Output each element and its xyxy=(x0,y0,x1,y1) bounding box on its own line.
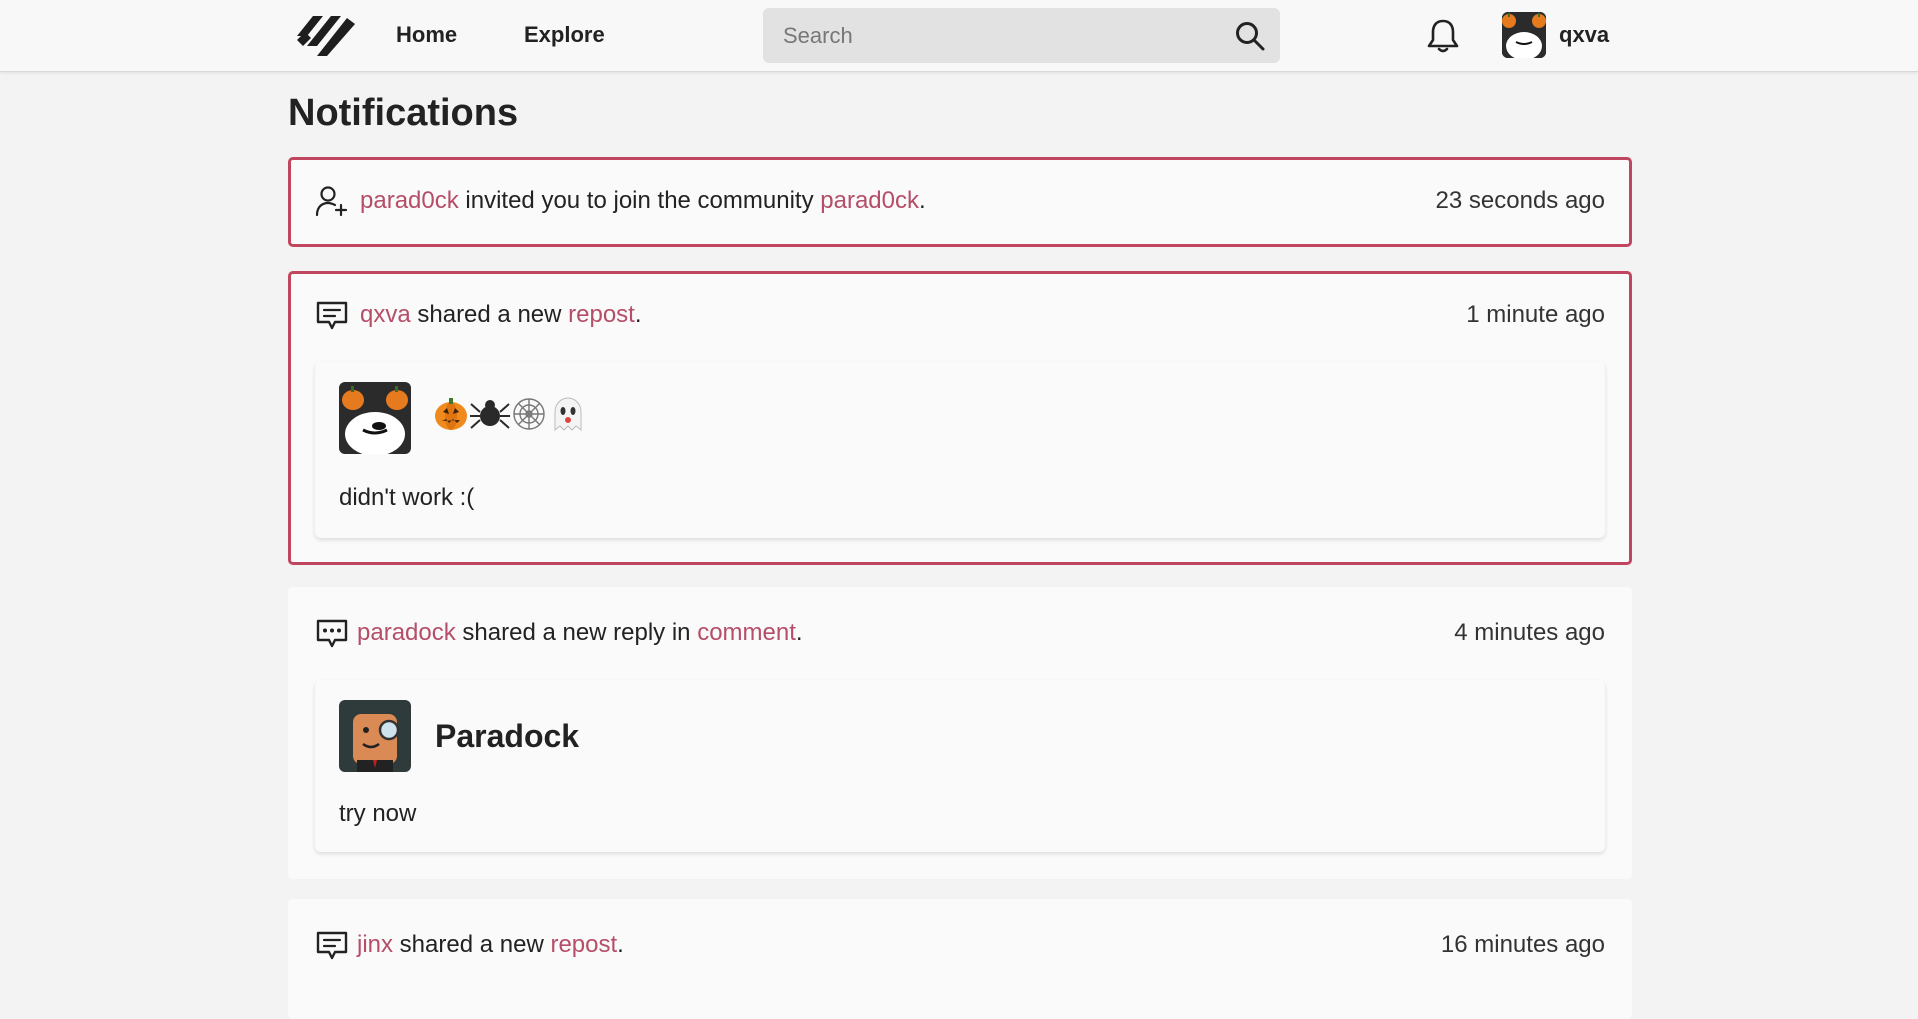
actor-link[interactable]: parad0ck xyxy=(360,187,459,214)
notification-text: paradock shared a new reply in comment. xyxy=(357,619,803,647)
message-square-icon xyxy=(316,931,348,960)
nav-explore-link[interactable]: Explore xyxy=(524,22,605,48)
repost-link[interactable]: repost xyxy=(550,931,617,958)
notification-header: jinx shared a new repost. 16 minutes ago xyxy=(315,926,1605,966)
actor-link[interactable]: paradock xyxy=(357,619,456,646)
notification-text: jinx shared a new repost. xyxy=(357,931,624,959)
top-navigation-bar: Home Explore qxva xyxy=(0,0,1918,72)
post-preview[interactable]: Paradock try now xyxy=(315,680,1605,852)
notification-time: 23 seconds ago xyxy=(1435,187,1605,214)
notification-card: qxva shared a new repost. 1 minute ago d… xyxy=(288,271,1632,565)
notification-header: parad0ck invited you to join the communi… xyxy=(315,182,1605,222)
search-icon[interactable] xyxy=(1234,20,1266,52)
post-body: try now xyxy=(339,800,417,827)
notification-suffix: . xyxy=(918,187,926,214)
notification-message: shared a new xyxy=(410,301,569,328)
post-title-emojis xyxy=(433,394,583,434)
notification-suffix: . xyxy=(795,619,803,646)
ghost-emoji xyxy=(554,397,582,432)
post-preview[interactable]: didn't work :( xyxy=(315,362,1605,538)
notification-card: jinx shared a new repost. 16 minutes ago xyxy=(288,899,1632,1019)
notification-text: parad0ck invited you to join the communi… xyxy=(360,187,926,215)
notification-time: 16 minutes ago xyxy=(1440,931,1605,958)
notification-message: invited you to join the community xyxy=(458,187,821,214)
user-plus-icon xyxy=(315,186,348,217)
community-link[interactable]: parad0ck xyxy=(820,187,919,214)
avatar xyxy=(1502,12,1546,58)
bell-icon[interactable] xyxy=(1426,18,1460,54)
username: qxva xyxy=(1559,22,1610,47)
notification-card: paradock shared a new reply in comment. … xyxy=(288,587,1632,879)
actor-link[interactable]: jinx xyxy=(357,931,393,958)
notification-header: qxva shared a new repost. 1 minute ago xyxy=(315,296,1605,336)
page-title: Notifications xyxy=(288,92,519,134)
nav-home-link[interactable]: Home xyxy=(396,22,457,48)
message-square-icon xyxy=(316,301,348,330)
notification-message: shared a new xyxy=(393,931,551,958)
actor-link[interactable]: qxva xyxy=(360,301,411,328)
search-input[interactable] xyxy=(783,8,1203,63)
notification-text: qxva shared a new repost. xyxy=(360,301,642,329)
notification-suffix: . xyxy=(634,301,642,328)
post-author-name: Paradock xyxy=(435,718,580,754)
logo-icon[interactable] xyxy=(295,14,357,58)
notification-card: parad0ck invited you to join the communi… xyxy=(288,157,1632,247)
notification-header: paradock shared a new reply in comment. … xyxy=(315,614,1605,654)
notification-suffix: . xyxy=(617,931,624,958)
notification-time: 1 minute ago xyxy=(1466,301,1605,328)
repost-link[interactable]: repost xyxy=(568,301,635,328)
post-body: didn't work :( xyxy=(339,484,475,511)
search-bar xyxy=(763,8,1280,63)
spider-emoji xyxy=(470,400,510,429)
comment-link[interactable]: comment xyxy=(697,619,796,646)
avatar xyxy=(339,700,411,772)
message-dots-icon xyxy=(316,619,348,648)
pumpkin-emoji xyxy=(435,398,467,430)
avatar xyxy=(339,382,411,454)
notification-message: shared a new reply in xyxy=(455,619,698,646)
notification-time: 4 minutes ago xyxy=(1454,619,1605,646)
spiderweb-emoji xyxy=(513,398,545,430)
